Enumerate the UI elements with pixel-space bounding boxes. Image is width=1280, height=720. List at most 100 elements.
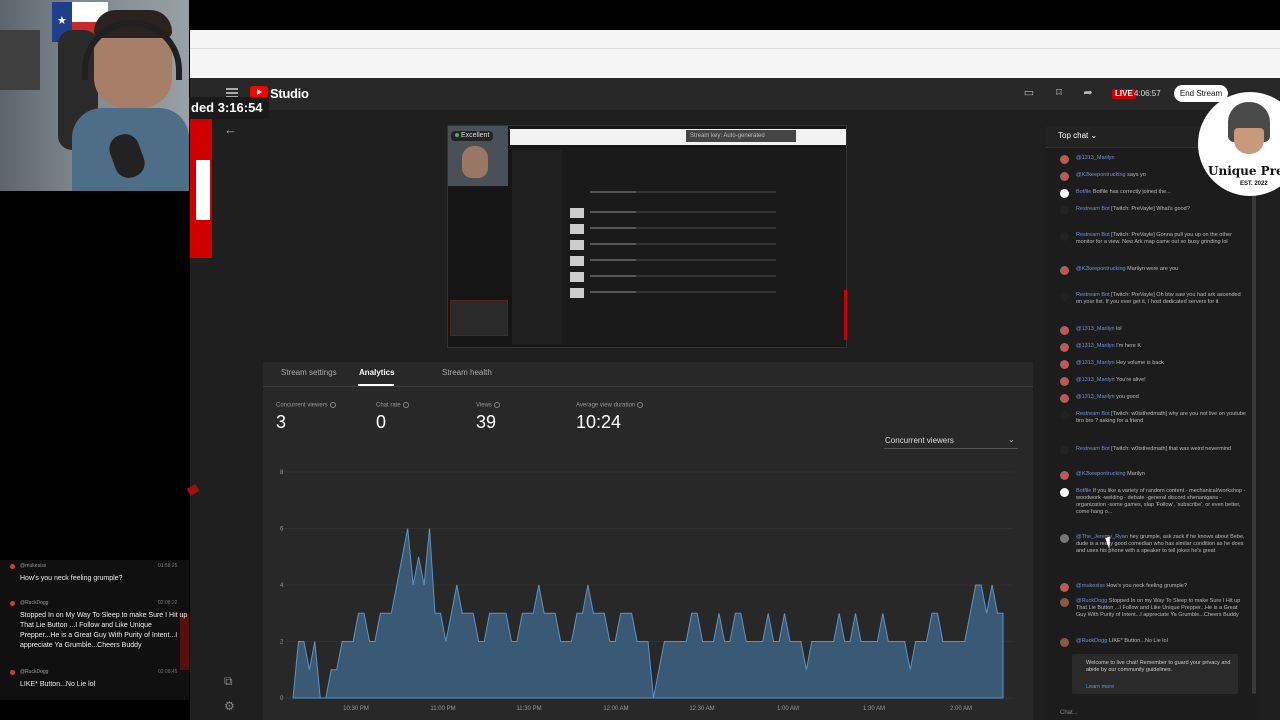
external-link-icon[interactable]: ⧉ [224, 674, 233, 689]
avatar [1060, 411, 1069, 420]
metric-label-views: Views [476, 402, 500, 409]
screen: Studio ▭ ⌑ ➦ LIVE 4:06:57 End Stream ← ⧉… [0, 0, 1280, 720]
logo-name: Unique Prep [1208, 164, 1280, 178]
chat-author: Botfile [1076, 189, 1093, 195]
chat-author: @1313_Marilyn [1076, 377, 1117, 383]
x-tick-label: 12:00 AM [603, 706, 628, 712]
chat-author: @RuckDogg [1076, 638, 1109, 644]
chat-body: If you like a variety of random content … [1076, 488, 1246, 515]
chat-body: Botfile has correctly joined the... [1092, 189, 1171, 195]
overlay-chat-user: @RuckDogg [20, 669, 49, 675]
learn-more-link[interactable]: Learn more [1086, 684, 1114, 690]
concurrent-viewers-chart: 8 6 4 2 0 10:30 PM 11:00 PM 11:30 PM 12:00 AM 12:… [280, 470, 1013, 712]
preview-webcam-face [462, 146, 488, 178]
chat-author: Restream Bot [1076, 411, 1112, 417]
chat-author: @K2keepontrucking [1076, 266, 1128, 272]
chat-author: @1313_Marilyn [1076, 343, 1117, 349]
metric-value-views: 39 [476, 412, 497, 432]
chat-message-text: @rnukesiss How's you neck feeling grumpl… [1076, 583, 1248, 590]
chat-body: I'm here K [1116, 343, 1142, 349]
chat-author: Restream Bot [1076, 206, 1112, 212]
tab-stream-health[interactable]: Stream health [442, 368, 492, 377]
avatar [1060, 488, 1069, 497]
settings-gear-icon[interactable]: ⚙ [224, 699, 235, 713]
x-tick-label: 11:30 PM [516, 706, 541, 712]
youtube-dot-icon [10, 564, 15, 569]
back-arrow-icon[interactable]: ← [224, 122, 237, 137]
tab-analytics[interactable]: Analytics [359, 368, 395, 377]
overlay-chat-time: 02:08:22 [158, 600, 178, 606]
preview-row [570, 188, 830, 198]
chat-message-text: @1313_Marilyn I'm here K [1076, 343, 1248, 350]
tabs-divider [263, 386, 1033, 387]
preview-row [570, 240, 830, 250]
chat-body: How's you neck feeling grumple? [1106, 583, 1187, 589]
x-tick-label: 2:00 AM [950, 706, 972, 712]
avatar [1060, 343, 1069, 352]
chat-message-text: @K2keepontrucking Marilyn were are you [1076, 266, 1248, 273]
clapper-icon[interactable]: ▭ [1023, 87, 1035, 99]
chat-author: @1313_Marilyn [1076, 394, 1117, 400]
avatar [1060, 394, 1069, 403]
youtube-dot-icon [10, 601, 15, 606]
live-timer: 4:06:57 [1134, 89, 1161, 98]
avatar [1060, 534, 1069, 543]
chat-message-text: @1313_Marilyn lol [1076, 326, 1248, 333]
chat-author: @1313_Marilyn [1076, 360, 1117, 366]
metric-label-concurrent: Concurrent viewers [276, 402, 336, 409]
end-stream-button[interactable]: End Stream [1174, 85, 1228, 102]
avatar [1060, 266, 1069, 275]
preview-row [570, 208, 830, 218]
chat-message-text: @1313_Marilyn You're alive! [1076, 377, 1248, 384]
chat-body: LIKE* Button...No Lie lol [1108, 638, 1168, 644]
avatar [1060, 326, 1069, 335]
x-tick-label: 1:00 AM [777, 706, 799, 712]
chat-input[interactable]: Chat... [1060, 710, 1078, 716]
browser-toolbar [190, 30, 1280, 78]
chat-body: Hey volume is back [1116, 360, 1164, 366]
top-chat-selector[interactable]: Top chat ⌄ [1058, 131, 1097, 140]
chat-message-text: Restream Bot [Twitch: PreVayle] Gonna pu… [1076, 232, 1248, 246]
overlay-chat-time: 01:58:25 [158, 563, 178, 569]
y-tick-label: 8 [280, 470, 284, 476]
y-tick-label: 2 [280, 640, 284, 646]
avatar [1060, 206, 1069, 215]
share-icon[interactable]: ➦ [1082, 87, 1094, 99]
avatar [1060, 638, 1069, 647]
overlay-chat-user: @RuckDogg [20, 600, 49, 606]
avatar [1060, 598, 1069, 607]
metric-label-avg-duration: Average view duration [576, 402, 644, 409]
chat-message-text: Restream Bot [Twitch: PreVayle] Oh btw s… [1076, 292, 1248, 306]
chat-message-text: @RuckDogg LIKE* Button...No Lie lol [1076, 638, 1248, 645]
avatar [1060, 232, 1069, 241]
chat-body: Marilyn were are you [1127, 266, 1179, 272]
metric-value-avg-duration: 10:24 [576, 412, 622, 432]
chat-body: [Twitch: PreVayle] What's good? [1111, 206, 1190, 212]
stream-ended-timer: ded 3:16:54 [189, 97, 269, 119]
youtube-dot-icon [10, 670, 15, 675]
logo-est: EST. 2022 [1240, 181, 1268, 187]
avatar [1060, 583, 1069, 592]
chat-message-text: Restream Bot [Twitch: w0tsthedmath] that… [1076, 446, 1248, 453]
avatar [1060, 155, 1069, 164]
chat-message-text: @K2keepontrucking Marilyn [1076, 471, 1248, 478]
preview-row [570, 256, 830, 266]
y-tick-label: 4 [280, 583, 284, 589]
studio-logo-text[interactable]: Studio [270, 86, 309, 101]
chat-scrollbar[interactable] [1252, 150, 1256, 694]
avatar [1060, 446, 1069, 455]
avatar [1060, 189, 1069, 198]
avatar [1060, 471, 1069, 480]
avatar [1060, 292, 1069, 301]
chat-author: Botfile [1076, 488, 1093, 494]
bookmark-icon[interactable]: ⌑ [1053, 87, 1065, 99]
x-tick-label: 10:30 PM [343, 706, 369, 712]
metric-dropdown-value: Concurrent viewers [885, 436, 954, 445]
chevron-down-icon: ⌄ [1008, 435, 1015, 444]
avatar [1060, 172, 1069, 181]
chat-message-text: @The_Jeremy_Ryan hey grumple, ask zack i… [1076, 534, 1248, 555]
y-tick-label: 0 [280, 696, 284, 702]
chat-message-text: Botfile Botfile has correctly joined the… [1076, 189, 1248, 196]
tab-stream-settings[interactable]: Stream settings [281, 368, 337, 377]
preview-red-line [844, 290, 847, 340]
